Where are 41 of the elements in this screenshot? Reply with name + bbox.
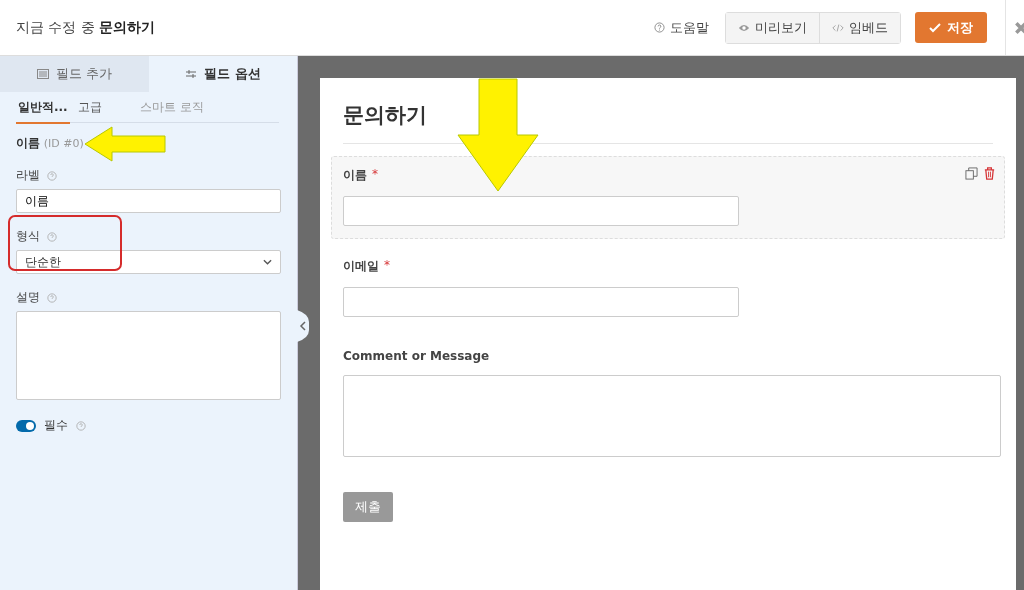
description-textarea[interactable] — [16, 311, 281, 400]
collapse-handle-icon[interactable] — [297, 310, 309, 342]
field-label: 설명 — [16, 289, 40, 306]
help-icon[interactable] — [654, 22, 665, 33]
sliders-icon — [185, 69, 197, 79]
toggle-label: 필수 — [44, 417, 68, 434]
list-icon — [36, 69, 49, 79]
help-icon[interactable] — [47, 292, 57, 303]
label-input[interactable]: 이름 — [16, 189, 281, 213]
field-label: 라벨 — [16, 167, 40, 184]
form-field-label: 이메일 — [343, 258, 379, 275]
eye-icon — [738, 22, 750, 33]
builder-title: 지금 수정 중 문의하기 — [16, 18, 156, 37]
checkmark-icon — [929, 22, 941, 33]
chevron-down-icon — [263, 259, 272, 265]
sidebar-tab[interactable]: 필드 추가 — [0, 56, 149, 92]
format-select[interactable]: 단순한 — [16, 250, 281, 274]
selected-field-area[interactable]: 이름 * — [331, 156, 1005, 239]
form-field-label: 이름 — [343, 167, 367, 184]
duplicate-icon[interactable] — [965, 167, 978, 180]
text-input[interactable] — [343, 196, 739, 226]
preview-button[interactable]: 미리보기 — [726, 12, 819, 43]
close-icon[interactable] — [1014, 20, 1024, 35]
field-heading: 이름 (ID #0) — [16, 135, 85, 152]
help-icon[interactable] — [47, 231, 57, 242]
subtab[interactable]: 일반적... — [16, 92, 70, 124]
trash-icon[interactable] — [983, 167, 996, 180]
required-asterisk: * — [372, 167, 378, 183]
help-icon[interactable] — [47, 170, 57, 181]
subtab[interactable]: 고급 — [75, 92, 104, 124]
form-title: 문의하기 — [343, 102, 428, 129]
embed-button[interactable]: 임베드 — [819, 12, 900, 43]
code-icon — [832, 22, 844, 33]
text-input[interactable] — [343, 287, 739, 317]
message-textarea[interactable] — [343, 375, 1001, 457]
help-icon[interactable] — [76, 420, 86, 431]
help-link[interactable]: 도움말 — [654, 18, 709, 37]
form-field-label: Comment or Message — [343, 349, 490, 363]
required-asterisk: * — [384, 258, 390, 274]
field-label: 형식 — [16, 228, 40, 245]
required-toggle[interactable] — [16, 419, 36, 432]
